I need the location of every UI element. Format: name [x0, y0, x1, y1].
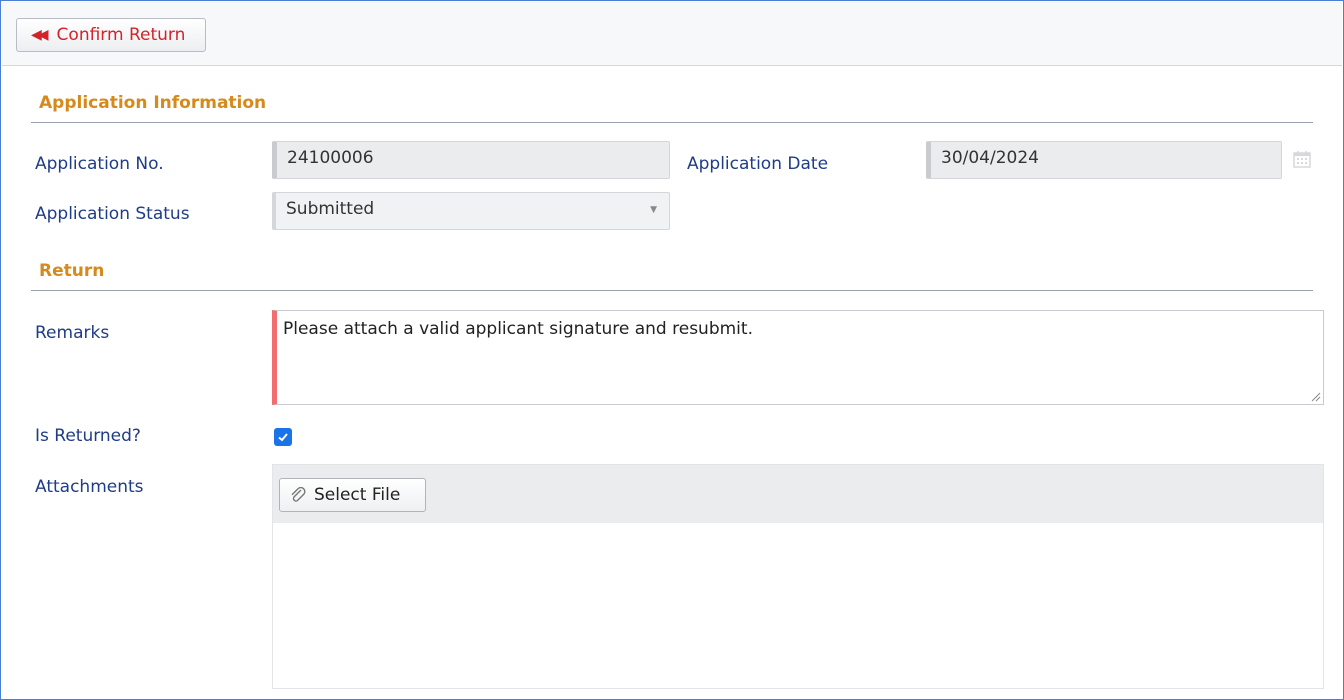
confirm-return-button[interactable]: ◀◀ Confirm Return: [16, 18, 206, 52]
application-date-label: Application Date: [687, 154, 829, 174]
remarks-textarea[interactable]: Please attach a valid applicant signatur…: [272, 310, 1324, 405]
checkmark-icon: [278, 433, 288, 442]
application-status-select[interactable]: Submitted ▼: [272, 192, 670, 230]
remarks-text: Please attach a valid applicant signatur…: [283, 319, 753, 339]
upload-toolbar: Select File: [273, 465, 1323, 523]
application-date-field[interactable]: 30/04/2024: [926, 141, 1282, 179]
section-divider: [31, 290, 1313, 291]
application-no-field[interactable]: 24100006: [272, 141, 670, 179]
dropdown-arrow-icon: ▼: [650, 205, 657, 215]
confirm-return-label: Confirm Return: [56, 25, 186, 45]
application-status-value: Submitted: [286, 199, 375, 219]
section-divider: [31, 122, 1313, 123]
select-file-label: Select File: [314, 485, 401, 505]
application-no-value: 24100006: [287, 148, 374, 168]
application-status-label: Application Status: [35, 204, 190, 224]
application-date-value: 30/04/2024: [941, 148, 1039, 168]
section-title-application-information: Application Information: [39, 93, 267, 113]
remarks-label: Remarks: [35, 323, 110, 343]
attachments-upload-area[interactable]: Select File: [272, 464, 1324, 689]
paperclip-icon: [291, 486, 306, 502]
resize-grip-icon[interactable]: [1311, 392, 1321, 402]
double-chevron-left-icon: ◀◀: [31, 27, 48, 43]
calendar-icon[interactable]: [1292, 149, 1312, 169]
form-window: ◀◀ Confirm Return Application Informatio…: [0, 0, 1344, 700]
application-no-label: Application No.: [35, 154, 164, 174]
select-file-button[interactable]: Select File: [279, 478, 426, 512]
is-returned-checkbox[interactable]: [274, 428, 292, 446]
attachments-label: Attachments: [35, 477, 144, 497]
section-title-return: Return: [39, 261, 105, 281]
toolbar: ◀◀ Confirm Return: [2, 2, 1342, 66]
is-returned-label: Is Returned?: [35, 426, 141, 446]
